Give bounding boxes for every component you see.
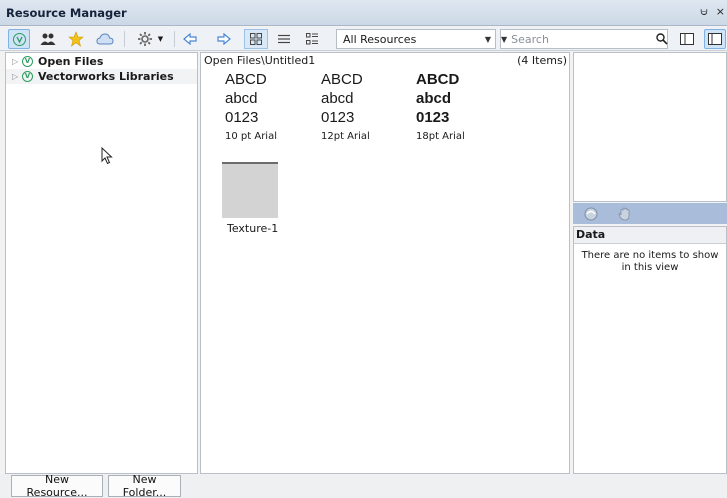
pane-layout-icon (708, 33, 722, 45)
font-resource-12pt-arial[interactable]: ABCD abcd 0123 12pt Arial (321, 70, 370, 142)
users-button[interactable] (38, 29, 58, 49)
star-icon (68, 31, 84, 47)
mouse-cursor-icon (101, 147, 113, 165)
arrow-right-icon (217, 33, 231, 45)
search-input[interactable] (507, 31, 657, 47)
vectorworks-logo-icon: V (22, 71, 33, 82)
tree-item-label: Open Files (38, 55, 104, 68)
resource-label: 10 pt Arial (225, 131, 277, 142)
users-icon (40, 33, 56, 45)
font-sample-digits: 0123 (225, 109, 259, 126)
vectorworks-logo-icon (12, 32, 26, 46)
font-sample-upper: ABCD (225, 71, 267, 88)
data-panel: Data There are no items to show in this … (573, 226, 727, 474)
preview-toolbar (573, 203, 727, 224)
cloud-button[interactable] (94, 29, 116, 49)
resource-type-combo[interactable]: All Resources ▼ (336, 29, 496, 49)
detail-view-icon (306, 33, 318, 45)
rotate-view-icon[interactable] (583, 206, 599, 222)
empty-state-message: There are no items to show in this view (581, 250, 719, 273)
new-folder-button[interactable]: New Folder... (108, 473, 181, 498)
font-resource-18pt-arial[interactable]: ABCD abcd 0123 18pt Arial (416, 70, 465, 142)
grid-view-icon (250, 33, 262, 45)
resource-label: 18pt Arial (416, 131, 465, 142)
vectorworks-logo-icon: V (22, 56, 33, 67)
library-tree: ▷ V Open Files ▷ V Vectorworks Libraries (5, 52, 198, 474)
chevron-down-icon: ▼ (157, 35, 164, 43)
expand-arrow-icon[interactable]: ▷ (12, 57, 22, 66)
search-box[interactable]: ▼ (500, 29, 668, 49)
font-sample-digits: 0123 (321, 109, 355, 126)
texture-label: Texture-1 (227, 222, 279, 235)
font-sample-lower: abcd (416, 90, 452, 107)
item-count: (4 Items) (517, 54, 567, 67)
favorites-button[interactable] (66, 29, 86, 49)
list-view-button[interactable] (274, 29, 294, 49)
font-sample-lower: abcd (225, 90, 258, 107)
pane-layout-icon (680, 33, 694, 45)
arrow-left-icon (183, 33, 197, 45)
data-panel-title: Data (574, 227, 726, 244)
title-controls: ⩁ × (700, 5, 725, 19)
search-icon[interactable] (656, 30, 668, 48)
toggle-right-pane-button[interactable] (704, 29, 726, 49)
texture-thumbnail[interactable] (222, 162, 278, 218)
tree-item-label: Vectorworks Libraries (38, 70, 174, 83)
toolbar: ▼ All Resources ▼ ▼ (0, 27, 727, 51)
font-sample-upper: ABCD (321, 71, 363, 88)
expand-arrow-icon[interactable]: ▷ (12, 72, 22, 81)
right-pane: Data There are no items to show in this … (573, 52, 727, 474)
toolbar-separator (174, 31, 175, 47)
toolbar-separator (124, 31, 125, 47)
resource-label: 12pt Arial (321, 131, 370, 142)
list-view-icon (278, 34, 290, 44)
font-sample-lower: abcd (321, 90, 354, 107)
chevron-down-icon: ▼ (484, 34, 492, 44)
pan-hand-icon[interactable] (617, 206, 633, 222)
back-button[interactable] (180, 29, 200, 49)
footer-bar: New Resource... New Folder... (0, 473, 727, 498)
detail-view-button[interactable] (302, 29, 322, 49)
tree-item-vectorworks-libraries[interactable]: ▷ V Vectorworks Libraries (6, 69, 197, 84)
window-title: Resource Manager (6, 5, 127, 20)
new-resource-button[interactable]: New Resource... (11, 473, 103, 498)
gear-icon (137, 32, 152, 46)
font-sample-digits: 0123 (416, 109, 450, 126)
font-sample-upper: ABCD (416, 71, 460, 88)
font-resource-10pt-arial[interactable]: ABCD abcd 0123 10 pt Arial (225, 70, 277, 142)
gear-menu-button[interactable]: ▼ (132, 29, 168, 49)
tree-item-open-files[interactable]: ▷ V Open Files (6, 54, 197, 69)
thumbnail-view-button[interactable] (244, 29, 268, 49)
current-folder-path: Open Files\Untitled1 (204, 54, 316, 67)
title-bar: Resource Manager ⩁ × (0, 0, 727, 26)
cloud-icon (96, 33, 114, 45)
preview-area (573, 52, 727, 202)
resource-type-value: All Resources (343, 32, 417, 46)
resource-browser: Open Files\Untitled1 (4 Items) ABCD abcd… (200, 52, 570, 474)
vectorworks-filter-button[interactable] (8, 29, 30, 49)
close-icon[interactable]: × (716, 5, 725, 19)
pin-icon[interactable]: ⩁ (700, 5, 708, 19)
toggle-left-pane-button[interactable] (676, 29, 698, 49)
forward-button[interactable] (214, 29, 234, 49)
